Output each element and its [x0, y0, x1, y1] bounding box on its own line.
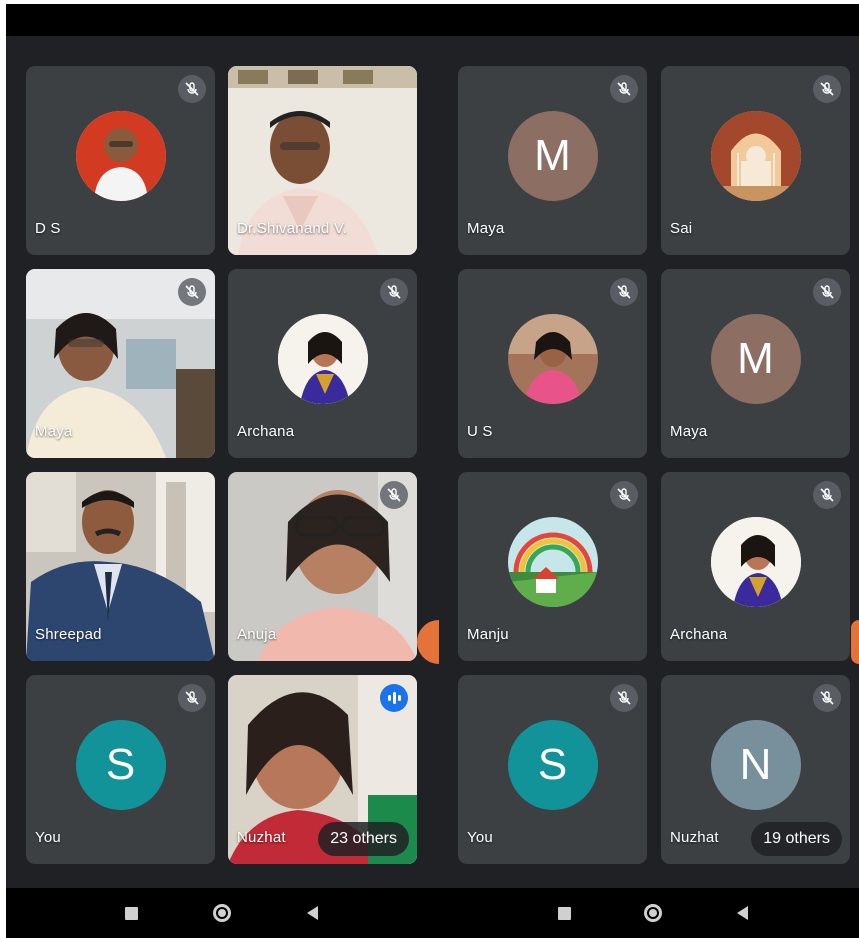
participant-name: Maya [467, 220, 505, 237]
participant-name: Nuzhat [237, 829, 286, 846]
participant-name: You [467, 829, 493, 846]
recents-button-2[interactable] [544, 888, 584, 938]
participant-name: Manju [467, 626, 509, 643]
muted-mic-icon [813, 684, 841, 712]
avatar: M [507, 110, 598, 201]
participant-tile-sai[interactable]: Sai [661, 66, 850, 255]
recents-button[interactable] [111, 888, 151, 938]
participant-tile-manju[interactable]: Manju [458, 472, 647, 661]
scroll-indicator[interactable] [417, 620, 439, 664]
participant-name: D S [35, 220, 61, 237]
recents-square-icon [557, 906, 571, 920]
participant-tile-anuja[interactable]: Anuja [228, 472, 417, 661]
android-nav-bar [6, 888, 859, 938]
recents-square-icon [124, 906, 138, 920]
avatar: N [710, 719, 801, 810]
participant-tile-maya-initial-2[interactable]: M Maya [661, 269, 850, 458]
muted-mic-icon [610, 481, 638, 509]
speaking-indicator-icon [380, 684, 408, 712]
participant-tile-nuzhat-video[interactable]: Nuzhat 23 others [228, 675, 417, 864]
participant-name: Shreepad [35, 626, 102, 643]
participant-name: You [35, 829, 61, 846]
participant-name: Maya [670, 423, 708, 440]
muted-mic-icon [178, 278, 206, 306]
muted-mic-icon [813, 75, 841, 103]
meeting-grid: D S Dr.Shivanand V. Maya Archana Shreepa… [6, 36, 859, 888]
profile-photo [75, 110, 166, 201]
participant-name: Dr.Shivanand V. [237, 220, 348, 237]
back-triangle-icon [736, 906, 748, 920]
muted-mic-icon [813, 278, 841, 306]
avatar: S [75, 719, 166, 810]
participant-tile-shreepad[interactable]: Shreepad [26, 472, 215, 661]
participant-tile-you[interactable]: S You [26, 675, 215, 864]
muted-mic-icon [178, 75, 206, 103]
avatar [277, 313, 368, 404]
back-triangle-icon [306, 906, 318, 920]
avatar [710, 110, 801, 201]
others-count-chip[interactable]: 19 others [751, 822, 842, 856]
muted-mic-icon [380, 481, 408, 509]
avatar [507, 516, 598, 607]
participant-tile-shivanand[interactable]: Dr.Shivanand V. [228, 66, 417, 255]
participant-tile-archana-2[interactable]: Archana [661, 472, 850, 661]
participant-tile-ds[interactable]: D S [26, 66, 215, 255]
participant-name: U S [467, 423, 493, 440]
participant-tile-nuzhat[interactable]: N Nuzhat 19 others [661, 675, 850, 864]
avatar [75, 110, 166, 201]
profile-photo [507, 313, 598, 404]
participant-tile-you-2[interactable]: S You [458, 675, 647, 864]
profile-photo [710, 110, 801, 201]
muted-mic-icon [178, 684, 206, 712]
status-bar [6, 4, 859, 36]
participant-tile-archana[interactable]: Archana [228, 269, 417, 458]
home-circle-icon [213, 904, 231, 922]
home-circle-icon [644, 904, 662, 922]
participant-name: Anuja [237, 626, 277, 643]
participant-name: Archana [670, 626, 728, 643]
profile-photo [507, 516, 598, 607]
avatar: S [507, 719, 598, 810]
home-button[interactable] [202, 888, 242, 938]
avatar [710, 516, 801, 607]
others-count-chip[interactable]: 23 others [318, 822, 409, 856]
participant-name: Archana [237, 423, 295, 440]
avatar: M [710, 313, 801, 404]
avatar [507, 313, 598, 404]
muted-mic-icon [610, 75, 638, 103]
scroll-indicator[interactable] [851, 620, 859, 664]
back-button-2[interactable] [722, 888, 762, 938]
participant-tile-maya-video[interactable]: Maya [26, 269, 215, 458]
participant-name: Sai [670, 220, 693, 237]
participant-name: Maya [35, 423, 73, 440]
participant-tile-us[interactable]: U S [458, 269, 647, 458]
participant-name: Nuzhat [670, 829, 719, 846]
muted-mic-icon [610, 278, 638, 306]
muted-mic-icon [610, 684, 638, 712]
back-button[interactable] [292, 888, 332, 938]
muted-mic-icon [380, 278, 408, 306]
profile-photo [710, 516, 801, 607]
participant-tile-maya-initial[interactable]: M Maya [458, 66, 647, 255]
home-button-2[interactable] [633, 888, 673, 938]
muted-mic-icon [813, 481, 841, 509]
profile-photo [277, 313, 368, 404]
